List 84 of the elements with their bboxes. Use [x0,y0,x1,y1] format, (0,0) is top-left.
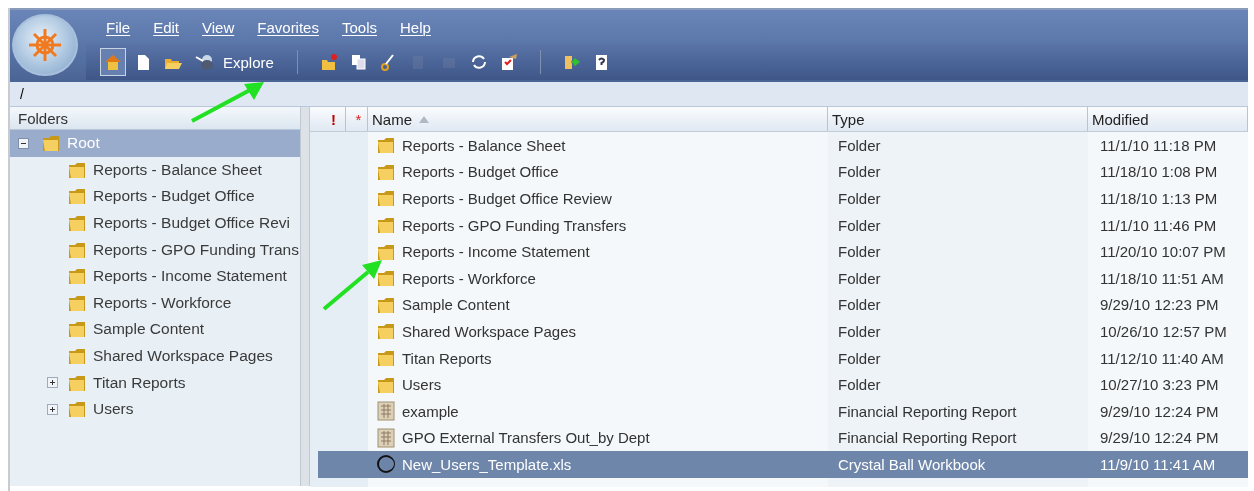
tree-item[interactable]: Shared Workspace Pages [10,342,300,370]
folder-icon [376,188,396,209]
table-cell-text: Folder [837,321,882,342]
file-row[interactable]: Reports - Budget Office Folder 11/18/10 1:08 PM [310,158,1248,186]
menu-item[interactable]: File [106,18,131,36]
menu-item[interactable]: View [202,18,235,36]
folder-icon [41,133,61,154]
table-cell-text: Folder [837,215,882,236]
table-cell-text: Financial Reporting Report [837,428,1018,449]
tree-item[interactable]: Reports - Budget Office Revi [10,209,300,237]
column-header[interactable]: ! [318,107,346,131]
tree-item[interactable]: Titan Reports [10,369,300,396]
sort-arrow-icon [418,114,430,124]
tree-item[interactable]: Reports - Budget Office [10,183,300,210]
table-cell: 11/9/10 11:41 AM [1088,451,1248,478]
folder-icon [67,186,87,207]
table-cell-text: 9/29/10 12:24 PM [1099,428,1220,449]
file-row[interactable]: Titan Reports Folder 11/12/10 11:40 AM [310,344,1248,372]
table-cell-text: Financial Reporting Report [837,401,1018,422]
folder-icon [67,399,87,420]
table-cell-text: 11/1/10 11:46 PM [1099,215,1218,236]
table-cell-text: 11/12/10 11:40 AM [1099,348,1225,369]
table-cell-text: 11/18/10 1:13 PM [1099,189,1219,209]
tree-item[interactable]: Reports - Workforce [10,289,300,317]
table-cell-text: 11/18/10 1:08 PM [1099,162,1219,183]
file-row[interactable]: GPO External Transfers Out_by Dept Financial Reporting Report 9/29/10 12:24 PM [310,424,1248,452]
tree-item[interactable]: Reports - Balance Sheet [10,156,300,184]
expand-icon[interactable] [47,377,58,389]
tree-item[interactable]: Reports - Income Statement [10,262,300,290]
file-row[interactable]: New_Users_Template.xls Crystal Ball Workbook 11/9/10 11:41 AM [310,451,1248,478]
expand-icon[interactable] [47,403,58,415]
column-header[interactable]: Type [828,107,1088,131]
table-cell: Crystal Ball Workbook [828,451,1088,478]
folder-icon [376,215,396,236]
file-row[interactable]: Sample Content Folder 9/29/10 12:23 PM [310,291,1248,319]
explore-button[interactable]: Explore [190,48,279,76]
file-row[interactable]: Reports - Balance Sheet Folder 11/1/10 11:18 PM [310,132,1248,159]
folder-icon [376,321,396,342]
collapse-icon[interactable] [18,137,29,149]
folder-icon [376,135,396,156]
file-row[interactable]: Shared Workspace Pages Folder 10/26/10 12:57 PM [310,318,1248,345]
grid-document-icon [376,427,396,448]
ring-icon [376,454,396,475]
column-header[interactable]: * [346,107,368,131]
tree-item[interactable]: Users [10,395,300,423]
table-cell-text: Folder [837,162,882,183]
file-row[interactable]: Reports - Workforce Folder 11/18/10 11:51 AM [310,264,1248,292]
table-cell-text: Folder [837,268,882,289]
file-row[interactable]: Users Folder 10/27/10 3:23 PM [310,371,1248,398]
folder-icon [376,268,396,289]
table-cell-text: Folder [837,135,882,156]
folder-icon [376,348,396,369]
pointer-arrow [320,258,385,313]
file-row[interactable]: Reports - Budget Office Review Folder 11/18/10 1:13 PM [310,185,1248,212]
table-cell-text: 9/29/10 12:24 PM [1099,401,1220,422]
grid-document-icon [376,401,396,422]
tree-item[interactable]: Reports - GPO Funding Trans [10,236,300,263]
column-header[interactable]: Modified [1088,107,1248,131]
file-row[interactable]: example Financial Reporting Report 9/29/10 12:24 PM [310,397,1248,425]
folders-header: Folders [10,107,300,130]
table-cell-text: 11/20/10 10:07 PM [1099,242,1227,263]
folder-icon [67,346,87,367]
table-cell-text: Folder [837,242,882,263]
table-cell-text: Folder [837,375,882,396]
table-cell-text: 11/1/10 11:18 PM [1099,135,1218,156]
path-text: / [20,86,24,102]
table-cell-text: Folder [837,295,882,316]
menu-item[interactable]: Favorites [257,18,319,36]
column-header[interactable]: Name [368,107,828,131]
folder-icon [67,213,87,234]
table-cell-text: Folder [837,189,882,209]
file-row[interactable]: Reports - Income Statement Folder 11/20/10 10:07 PM [310,238,1248,265]
table-cell-text: Folder [837,348,882,369]
table-cell-text: 11/18/10 11:51 AM [1099,268,1225,289]
file-row[interactable]: Reports - GPO Funding Transfers Folder 11/1/10 11:46 PM [310,211,1248,239]
table-cell-text: 10/27/10 3:23 PM [1099,375,1220,396]
menu-item[interactable]: Tools [341,18,377,36]
table-cell-text: 10/26/10 12:57 PM [1099,321,1228,342]
table-cell-text: 9/29/10 12:23 PM [1099,295,1220,316]
tree-item[interactable]: Sample Content [10,316,300,343]
folder-icon [67,319,87,340]
folder-icon [67,266,87,287]
menu-item[interactable]: Edit [153,18,180,36]
menu-item[interactable]: Help [400,18,431,36]
